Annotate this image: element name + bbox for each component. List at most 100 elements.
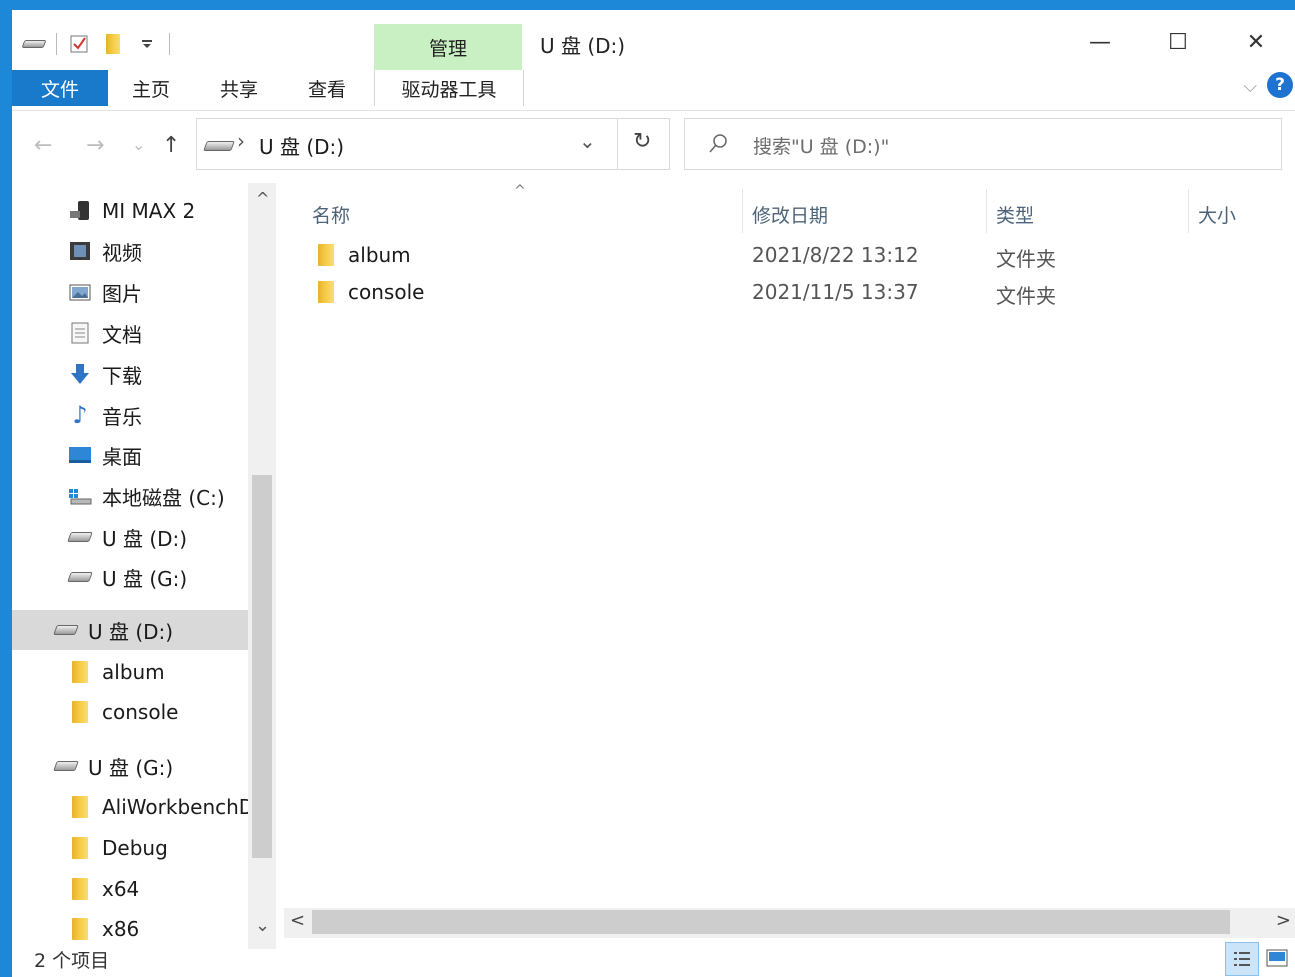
navigation-pane-scrollbar[interactable]: ^ ⌄ (248, 183, 276, 949)
search-input[interactable]: 搜索"U 盘 (D:)" (753, 132, 889, 159)
sidebar-item-pictures[interactable]: 图片 (12, 272, 274, 312)
sidebar-item-local-disk-c[interactable]: 本地磁盘 (C:) (12, 476, 274, 516)
file-row[interactable]: album 2021/8/22 13:12 文件夹 (284, 237, 1295, 273)
sidebar-item-usb-d-expanded[interactable]: U 盘 (D:) (12, 610, 274, 650)
address-dropdown-icon[interactable]: ⌄ (579, 129, 596, 153)
sidebar-item-label: x64 (102, 877, 140, 901)
search-box[interactable]: 搜索"U 盘 (D:)" (684, 118, 1282, 170)
file-modified: 2021/8/22 13:12 (752, 243, 919, 267)
sidebar-item-label: 音乐 (102, 404, 142, 429)
usb-drive-icon (53, 754, 79, 778)
toolbar-divider (56, 33, 57, 55)
help-icon[interactable]: ? (1267, 72, 1293, 98)
quick-access-toolbar (21, 32, 170, 56)
music-icon: ♪ (72, 401, 88, 429)
column-header: 名称 ^ 修改日期 类型 大小 (284, 183, 1295, 239)
column-divider[interactable] (1188, 189, 1189, 233)
tab-drive-tools[interactable]: 驱动器工具 (374, 70, 524, 106)
sidebar-item-usb-d[interactable]: U 盘 (D:) (12, 517, 274, 557)
maximize-button[interactable]: ☐ (1139, 22, 1217, 62)
sidebar-item-usb-g-expanded[interactable]: U 盘 (G:) (12, 746, 274, 786)
tab-home[interactable]: 主页 (120, 70, 182, 106)
sidebar-item-desktop[interactable]: 桌面 (12, 435, 274, 475)
column-size[interactable]: 大小 (1198, 201, 1236, 228)
sidebar-item-label: U 盘 (G:) (88, 755, 174, 780)
scroll-left-icon[interactable]: < (290, 910, 305, 931)
minimize-button[interactable]: — (1061, 22, 1139, 62)
scroll-right-icon[interactable]: > (1276, 910, 1291, 931)
column-divider[interactable] (986, 189, 987, 233)
close-button[interactable]: ✕ (1217, 22, 1295, 62)
explorer-window: 管理 U 盘 (D:) — ☐ ✕ 文件 主页 共享 查看 驱动器工具 ⌵ ? … (0, 0, 1295, 977)
ribbon-expand-icon[interactable]: ⌵ (1243, 76, 1257, 97)
recent-locations-button[interactable]: ⌄ (132, 135, 145, 154)
sidebar-item-label: MI MAX 2 (102, 199, 196, 223)
sidebar-item-usb-g[interactable]: U 盘 (G:) (12, 557, 274, 597)
file-list-scrollbar[interactable]: < > (284, 908, 1295, 938)
customize-toolbar-icon[interactable] (135, 32, 159, 56)
video-icon (68, 239, 92, 263)
sidebar-item-label: album (102, 660, 165, 684)
sidebar-item-label: 下载 (102, 363, 142, 388)
sidebar-item-label: 图片 (102, 281, 142, 306)
refresh-icon[interactable]: ↻ (633, 129, 651, 154)
sidebar-item-label: 视频 (102, 240, 142, 265)
sidebar-item-music[interactable]: ♪ 音乐 (12, 395, 274, 435)
sidebar-item-debug[interactable]: Debug (12, 828, 274, 868)
sidebar-item-x64[interactable]: x64 (12, 869, 274, 909)
folder-icon (318, 281, 334, 303)
folder-icon (68, 700, 92, 724)
scrollbar-thumb[interactable] (312, 910, 1230, 934)
tab-file[interactable]: 文件 (12, 70, 108, 106)
status-bar: 2 个项目 (12, 940, 1295, 977)
sidebar-item-label: U 盘 (D:) (102, 526, 188, 551)
large-icons-view-icon[interactable] (1261, 942, 1293, 974)
window-title: U 盘 (D:) (540, 34, 626, 58)
sidebar-item-mi-max-2[interactable]: MI MAX 2 (12, 191, 274, 231)
column-name[interactable]: 名称 (312, 201, 350, 228)
item-count: 2 个项目 (34, 950, 110, 972)
folder-icon (318, 244, 334, 266)
new-folder-icon[interactable] (101, 32, 125, 56)
scroll-down-icon[interactable]: ⌄ (255, 915, 270, 936)
sidebar-item-console[interactable]: console (12, 692, 274, 732)
context-group-label: 管理 (374, 24, 522, 70)
scrollbar-thumb[interactable] (252, 475, 272, 858)
column-date-modified[interactable]: 修改日期 (752, 201, 828, 228)
tab-view[interactable]: 查看 (296, 70, 358, 106)
sidebar-item-downloads[interactable]: 下载 (12, 354, 274, 394)
details-view-icon[interactable] (1225, 942, 1259, 976)
search-icon (707, 133, 729, 159)
local-disk-icon (68, 484, 92, 508)
column-type[interactable]: 类型 (996, 201, 1034, 228)
address-divider (617, 119, 618, 169)
navigation-bar: ← → ⌄ ↑ › U 盘 (D:) ⌄ ↻ 搜索"U 盘 (D:)" (12, 111, 1295, 183)
file-row[interactable]: console 2021/11/5 13:37 文件夹 (284, 274, 1295, 310)
usb-drive-icon (53, 618, 79, 642)
sidebar-item-label: 桌面 (102, 444, 142, 469)
toolbar-divider (169, 33, 170, 55)
sidebar-item-label: 本地磁盘 (C:) (102, 485, 225, 510)
sidebar-item-label: 文档 (102, 322, 142, 347)
scroll-up-icon[interactable]: ^ (256, 189, 269, 208)
back-button[interactable]: ← (34, 133, 52, 158)
download-icon (68, 362, 92, 386)
drive-icon[interactable] (21, 32, 47, 56)
sidebar-item-documents[interactable]: 文档 (12, 313, 274, 353)
address-bar[interactable]: › U 盘 (D:) ⌄ ↻ (196, 118, 670, 170)
up-button[interactable]: ↑ (162, 133, 180, 158)
sidebar-item-aliworkbench[interactable]: AliWorkbenchD (12, 787, 274, 827)
properties-checkbox-icon[interactable] (67, 32, 91, 56)
sidebar-item-videos[interactable]: 视频 (12, 231, 274, 271)
breadcrumb[interactable]: U 盘 (D:) (259, 131, 344, 160)
sidebar-item-album[interactable]: album (12, 652, 274, 692)
tab-share[interactable]: 共享 (208, 70, 270, 106)
phone-icon (68, 199, 92, 223)
forward-button[interactable]: → (86, 133, 104, 158)
ribbon-tabs: 文件 主页 共享 查看 驱动器工具 ⌵ ? (12, 70, 1295, 111)
usb-drive-icon (67, 565, 93, 589)
breadcrumb-separator-icon: › (237, 129, 245, 153)
column-divider[interactable] (742, 189, 743, 233)
sidebar-item-label: x86 (102, 917, 140, 940)
sidebar-item-x86[interactable]: x86 (12, 909, 274, 940)
